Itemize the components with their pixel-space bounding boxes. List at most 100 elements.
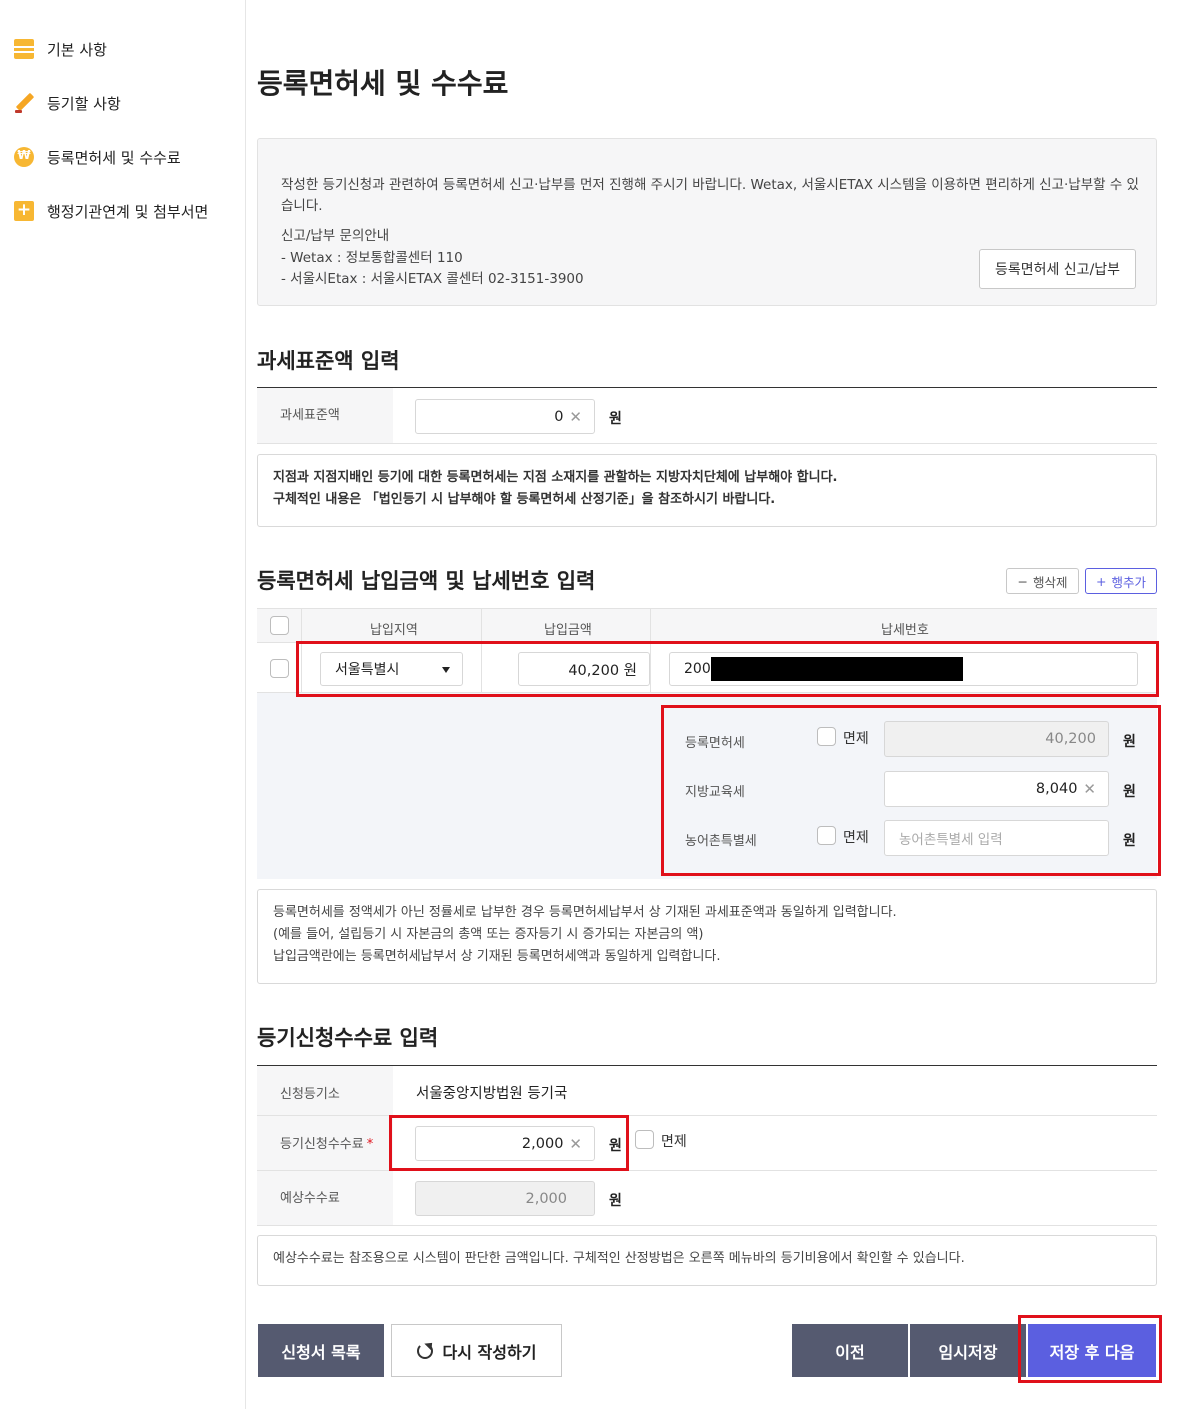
row-divider	[257, 443, 1157, 444]
row-checkbox[interactable]	[270, 659, 289, 678]
sidebar-item-attachments[interactable]: 행정기관연계 및 첨부서면	[14, 199, 208, 223]
contact-etax: - 서울시Etax : 서울시ETAX 콜센터 02-3151-3900	[281, 271, 584, 287]
application-list-button[interactable]: 신청서 목록	[258, 1324, 384, 1377]
sidebar-item-label: 행정기관연계 및 첨부서면	[47, 202, 209, 221]
payment-amount-input[interactable]: 40,200 원	[518, 652, 650, 686]
expected-fee-input: 2,000	[415, 1181, 595, 1216]
payment-section-title: 등록면허세 납입금액 및 납세번호 입력	[257, 569, 596, 593]
sidebar: 기본 사항 등기할 사항 등록면허세 및 수수료 행정기관연계 및 첨부서면	[0, 0, 246, 1409]
rural-tax-placeholder: 농어촌특별세 입력	[899, 832, 1003, 848]
tax-base-section-title: 과세표준액 입력	[257, 349, 400, 373]
add-row-button[interactable]: + 행추가	[1085, 568, 1157, 594]
edu-tax-value: 8,040	[1035, 781, 1078, 797]
rural-tax-exempt-label: 면제	[843, 830, 869, 846]
contact-title: 신고/납부 문의안내	[281, 228, 390, 244]
column-divider	[481, 608, 482, 692]
tax-base-info: 지점과 지점지배인 등기에 대한 등록면허세는 지점 소재지를 관할하는 지방자…	[257, 454, 1157, 527]
reg-tax-exempt-checkbox[interactable]	[817, 727, 836, 746]
pencil-icon	[14, 93, 34, 113]
sidebar-item-label: 등록면허세 및 수수료	[47, 148, 181, 167]
info-line: 납입금액란에는 등록면허세납부서 상 기재된 등록면허세액과 동일하게 입력합니…	[273, 949, 721, 964]
required-mark: *	[366, 1137, 374, 1152]
won-coin-icon	[14, 147, 34, 167]
temp-save-button[interactable]: 임시저장	[910, 1324, 1026, 1377]
tax-base-value: 0	[554, 408, 564, 425]
expected-fee-value: 2,000	[525, 1190, 567, 1207]
fee-input[interactable]: 2,000 ✕	[415, 1126, 595, 1161]
fee-label-text: 등기신청수수료	[280, 1137, 364, 1152]
notice-text: 작성한 등기신청과 관련하여 등록면허세 신고·납부를 먼저 진행해 주시기 바…	[281, 177, 1139, 214]
rewrite-button-label: 다시 작성하기	[442, 1342, 537, 1362]
region-select[interactable]: 서울특별시	[320, 652, 463, 686]
reg-tax-label: 등록면허세	[685, 736, 745, 751]
unit-label: 원	[1123, 833, 1136, 849]
row-divider	[257, 642, 1157, 643]
sidebar-item-basic-info[interactable]: 기본 사항	[14, 37, 107, 61]
edu-tax-input[interactable]: 8,040 ✕	[884, 771, 1109, 807]
minus-icon: −	[1017, 573, 1028, 589]
unit-label: 원	[1123, 784, 1136, 800]
info-line: 예상수수료는 참조용으로 시스템이 판단한 금액입니다. 구체적인 산정방법은 …	[273, 1251, 965, 1266]
unit-label: 원	[609, 1138, 622, 1154]
sidebar-item-registration-items[interactable]: 등기할 사항	[14, 91, 121, 115]
expected-fee-label: 예상수수료	[257, 1171, 393, 1225]
office-value: 서울중앙지방법원 등기국	[416, 1086, 568, 1102]
fee-value: 2,000	[521, 1135, 564, 1152]
caret-down-icon	[442, 667, 450, 673]
fee-exempt-checkbox[interactable]	[635, 1130, 654, 1149]
contact-info: 신고/납부 문의안내 - Wetax : 정보통합콜센터 110 - 서울시Et…	[281, 226, 584, 291]
clear-icon[interactable]: ✕	[569, 1135, 582, 1153]
column-header-region: 납입지역	[370, 623, 418, 638]
column-header-amount: 납입금액	[544, 623, 592, 638]
unit-label: 원	[609, 1193, 622, 1209]
info-line: 구체적인 내용은 「법인등기 시 납부해야 할 등록면허세 산정기준」을 참조하…	[273, 492, 776, 507]
add-row-label: 행추가	[1111, 574, 1146, 590]
sidebar-item-label: 기본 사항	[47, 40, 107, 59]
rewrite-button[interactable]: 다시 작성하기	[391, 1324, 562, 1377]
fee-info: 예상수수료는 참조용으로 시스템이 판단한 금액입니다. 구체적인 산정방법은 …	[257, 1235, 1157, 1286]
contact-wetax: - Wetax : 정보통합콜센터 110	[281, 249, 463, 266]
region-value: 서울특별시	[335, 662, 400, 678]
plus-icon	[14, 200, 34, 221]
plus-icon: +	[1096, 573, 1107, 589]
notice-box: 작성한 등기신청과 관련하여 등록면허세 신고·납부를 먼저 진행해 주시기 바…	[257, 138, 1157, 306]
select-all-checkbox[interactable]	[270, 616, 289, 635]
payment-amount-value: 40,200 원	[568, 662, 637, 679]
document-icon	[14, 39, 34, 59]
sidebar-item-tax-and-fees[interactable]: 등록면허세 및 수수료	[14, 145, 181, 169]
delete-row-label: 행삭제	[1032, 574, 1068, 590]
tax-payment-button[interactable]: 등록면허세 신고/납부	[979, 249, 1136, 289]
fee-section-title: 등기신청수수료 입력	[257, 1026, 439, 1050]
rural-tax-exempt-checkbox[interactable]	[817, 826, 836, 845]
tax-base-input[interactable]: 0 ✕	[415, 399, 595, 434]
page-title: 등록면허세 및 수수료	[257, 67, 509, 100]
reg-tax-value: 40,200	[1045, 731, 1096, 747]
save-and-next-button[interactable]: 저장 후 다음	[1028, 1324, 1156, 1377]
row-divider	[257, 1225, 1157, 1226]
reg-tax-input: 40,200	[884, 721, 1109, 757]
sidebar-item-label: 등기할 사항	[47, 94, 121, 113]
rural-tax-label: 농어촌특별세	[685, 834, 757, 849]
info-line: 등록면허세를 정액세가 아닌 정률세로 납부한 경우 등록면허세납부서 상 기재…	[273, 905, 897, 920]
clear-icon[interactable]: ✕	[569, 408, 582, 426]
payment-info: 등록면허세를 정액세가 아닌 정률세로 납부한 경우 등록면허세납부서 상 기재…	[257, 889, 1157, 984]
column-divider	[301, 608, 302, 692]
previous-button[interactable]: 이전	[792, 1324, 908, 1377]
info-line: 지점과 지점지배인 등기에 대한 등록면허세는 지점 소재지를 관할하는 지방자…	[273, 470, 838, 485]
fee-label: 등기신청수수료 *	[257, 1116, 393, 1170]
fee-exempt-label: 면제	[661, 1134, 687, 1150]
payment-grid-header: 납입지역 납입금액 납세번호	[257, 608, 1157, 642]
redacted-tax-number	[711, 657, 963, 681]
rural-tax-input[interactable]: 농어촌특별세 입력	[884, 820, 1109, 856]
unit-label: 원	[609, 411, 622, 427]
delete-row-button[interactable]: − 행삭제	[1006, 568, 1079, 594]
edu-tax-label: 지방교육세	[685, 785, 745, 800]
refresh-icon	[416, 1342, 433, 1359]
tax-base-label: 과세표준액	[257, 388, 393, 443]
info-line: (예를 들어, 설립등기 시 자본금의 총액 또는 증자등기 시 증가되는 자본…	[273, 927, 704, 942]
office-label: 신청등기소	[257, 1066, 393, 1115]
unit-label: 원	[1123, 734, 1136, 750]
reg-tax-exempt-label: 면제	[843, 731, 869, 747]
column-header-tax-number: 납세번호	[881, 623, 929, 638]
clear-icon[interactable]: ✕	[1083, 780, 1096, 798]
